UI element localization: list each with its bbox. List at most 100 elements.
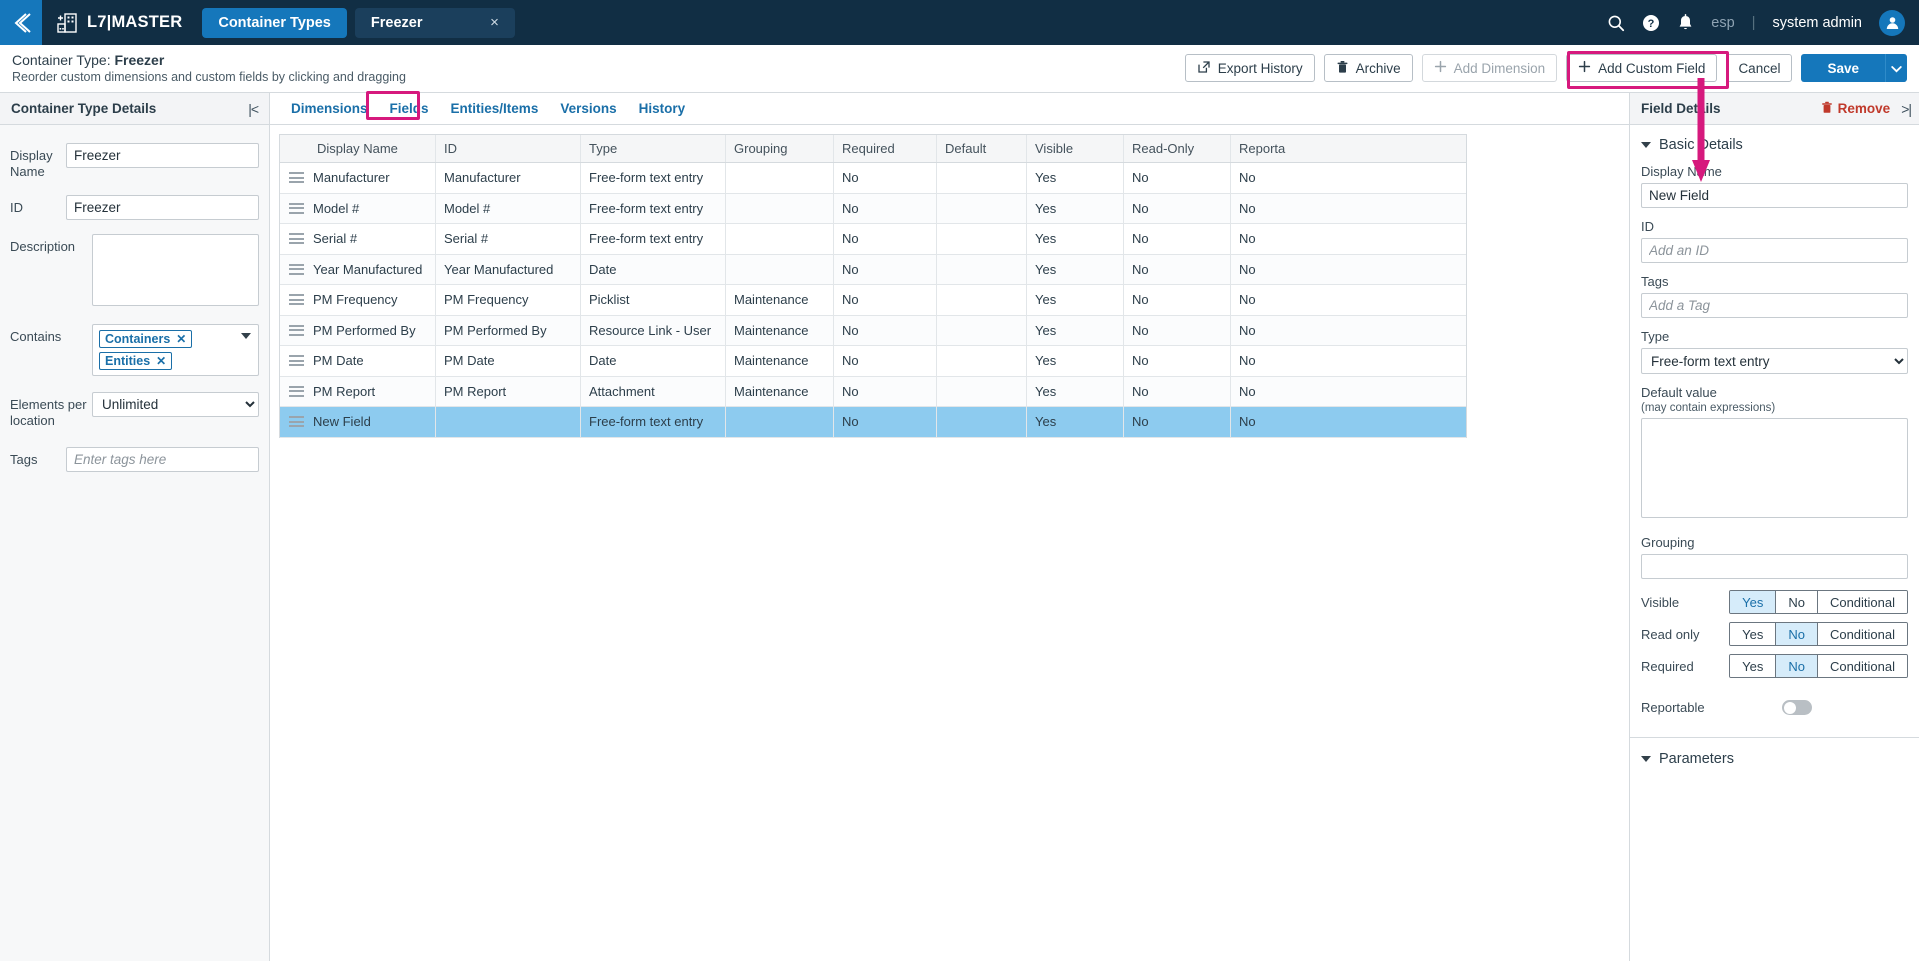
rp-display-name-input[interactable] (1641, 183, 1908, 208)
tab-entities-items[interactable]: Entities/Items (440, 101, 550, 116)
description-textarea[interactable] (92, 233, 259, 306)
drag-handle-icon[interactable] (289, 233, 304, 245)
rp-id-input[interactable] (1641, 238, 1908, 263)
id-input[interactable] (66, 194, 259, 220)
tab-fields[interactable]: Fields (379, 101, 440, 116)
table-row[interactable]: Serial # Serial # Free-form text entry No Ye… (280, 224, 1466, 255)
table-cell-type: Free-form text entry (580, 163, 725, 193)
segment-option-no[interactable]: No (1775, 655, 1817, 677)
tab-dimensions[interactable]: Dimensions (280, 101, 379, 116)
basic-details-section-header[interactable]: Basic Details (1641, 137, 1908, 153)
segment-row-read-only: Read only Yes No Conditional (1641, 622, 1908, 646)
segment-option-yes[interactable]: Yes (1730, 655, 1776, 677)
table-row[interactable]: New Field Free-form text entry No Yes No No (280, 407, 1466, 438)
rp-type-select[interactable]: Free-form text entry (1641, 348, 1908, 374)
add-custom-field-button[interactable]: Add Custom Field (1566, 54, 1718, 82)
language-selector[interactable]: esp (1711, 15, 1734, 31)
trash-icon (1336, 60, 1349, 77)
column-header-id[interactable]: ID (435, 135, 580, 162)
table-row[interactable]: PM Report PM Report Attachment Maintenance N… (280, 376, 1466, 407)
chevron-down-icon[interactable] (241, 332, 251, 339)
main-body: Container Type Details |< Display Name I… (0, 92, 1919, 961)
reportable-toggle[interactable] (1782, 700, 1812, 715)
table-row[interactable]: Year Manufactured Year Manufactured Date No… (280, 254, 1466, 285)
elements-per-location-select[interactable]: Unlimited (92, 391, 259, 417)
table-row[interactable]: PM Performed By PM Performed By Resource L… (280, 315, 1466, 346)
segment-option-conditional[interactable]: Conditional (1816, 623, 1907, 645)
save-button[interactable]: Save (1801, 54, 1885, 82)
column-header-reportable[interactable]: Reporta (1230, 135, 1330, 162)
column-header-type[interactable]: Type (580, 135, 725, 162)
segment-option-yes[interactable]: Yes (1730, 591, 1776, 613)
add-custom-field-label: Add Custom Field (1598, 60, 1706, 76)
basic-details-title: Basic Details (1659, 137, 1743, 153)
collapse-right-icon[interactable]: >| (1901, 101, 1912, 117)
add-dimension-label: Add Dimension (1453, 60, 1546, 76)
tab-history[interactable]: History (628, 101, 697, 116)
search-icon[interactable] (1607, 14, 1625, 32)
table-cell-grouping: Maintenance (725, 285, 833, 315)
back-chevron-icon[interactable] (0, 0, 42, 45)
remove-field-button[interactable]: Remove (1821, 101, 1890, 117)
table-cell-read-only: No (1123, 376, 1230, 406)
rp-grouping-input[interactable] (1641, 554, 1908, 579)
tags-input[interactable] (66, 447, 259, 472)
bell-icon[interactable] (1677, 13, 1694, 32)
export-history-label: Export History (1217, 60, 1303, 76)
segment-option-no[interactable]: No (1775, 623, 1817, 645)
table-cell-grouping: Maintenance (725, 376, 833, 406)
table-row[interactable]: PM Frequency PM Frequency Picklist Maintena… (280, 285, 1466, 316)
parameters-section-header[interactable]: Parameters (1641, 738, 1908, 767)
chip-containers[interactable]: Containers ✕ (99, 329, 193, 348)
table-row[interactable]: Manufacturer Manufacturer Free-form text e… (280, 163, 1466, 194)
nav-tab-freezer[interactable]: Freezer × (354, 7, 515, 38)
drag-handle-icon[interactable] (289, 263, 304, 275)
cancel-button[interactable]: Cancel (1726, 54, 1793, 82)
drag-handle-icon[interactable] (289, 294, 304, 306)
export-history-button[interactable]: Export History (1184, 54, 1315, 82)
save-dropdown-button[interactable] (1885, 54, 1907, 82)
column-header-visible[interactable]: Visible (1026, 135, 1123, 162)
segment-option-conditional[interactable]: Conditional (1816, 591, 1907, 613)
plus-icon (1434, 60, 1447, 76)
rp-default-textarea[interactable] (1641, 418, 1908, 518)
segment-option-yes[interactable]: Yes (1730, 623, 1776, 645)
table-row[interactable]: PM Date PM Date Date Maintenance No Yes No No (280, 346, 1466, 377)
close-icon[interactable]: ✕ (156, 354, 166, 368)
drag-handle-icon[interactable] (289, 202, 304, 214)
rp-tags-input[interactable] (1641, 293, 1908, 318)
nav-tab-container-types[interactable]: Container Types (202, 7, 347, 38)
table-body: Manufacturer Manufacturer Free-form text e… (280, 163, 1466, 438)
close-icon[interactable]: × (490, 15, 499, 30)
tab-versions[interactable]: Versions (549, 101, 627, 116)
field-details-panel: Field Details Remove >| Basic Details Di… (1629, 92, 1919, 961)
drag-handle-icon[interactable] (289, 385, 304, 397)
chip-entities[interactable]: Entities ✕ (99, 351, 173, 370)
column-header-required[interactable]: Required (833, 135, 936, 162)
table-cell-grouping (725, 224, 833, 254)
top-navigation-bar: L7|MASTER Container Types Freezer × ? es… (0, 0, 1919, 45)
username-label[interactable]: system admin (1773, 15, 1862, 31)
display-name-input[interactable] (66, 143, 259, 168)
column-header-grouping[interactable]: Grouping (725, 135, 833, 162)
table-cell-display-name: PM Performed By (280, 316, 435, 346)
nav-tabs: Container Types Freezer × (202, 0, 515, 45)
table-cell-read-only: No (1123, 193, 1230, 223)
add-dimension-button[interactable]: Add Dimension (1421, 54, 1558, 82)
drag-handle-icon[interactable] (289, 355, 304, 367)
column-header-display-name[interactable]: Display Name (280, 135, 435, 162)
help-circle-icon[interactable]: ? (1642, 14, 1660, 32)
close-icon[interactable]: ✕ (176, 332, 186, 346)
contains-multiselect[interactable]: Containers ✕ Entities ✕ (92, 323, 259, 376)
column-header-read-only[interactable]: Read-Only (1123, 135, 1230, 162)
drag-handle-icon[interactable] (289, 324, 304, 336)
column-header-default[interactable]: Default (936, 135, 1026, 162)
archive-button[interactable]: Archive (1323, 54, 1413, 82)
segment-option-conditional[interactable]: Conditional (1816, 655, 1907, 677)
segment-option-no[interactable]: No (1775, 591, 1817, 613)
drag-handle-icon[interactable] (289, 172, 304, 184)
table-row[interactable]: Model # Model # Free-form text entry No Yes N… (280, 193, 1466, 224)
user-avatar-icon[interactable] (1879, 9, 1905, 36)
collapse-left-icon[interactable]: |< (248, 101, 259, 117)
drag-handle-icon[interactable] (289, 416, 304, 428)
